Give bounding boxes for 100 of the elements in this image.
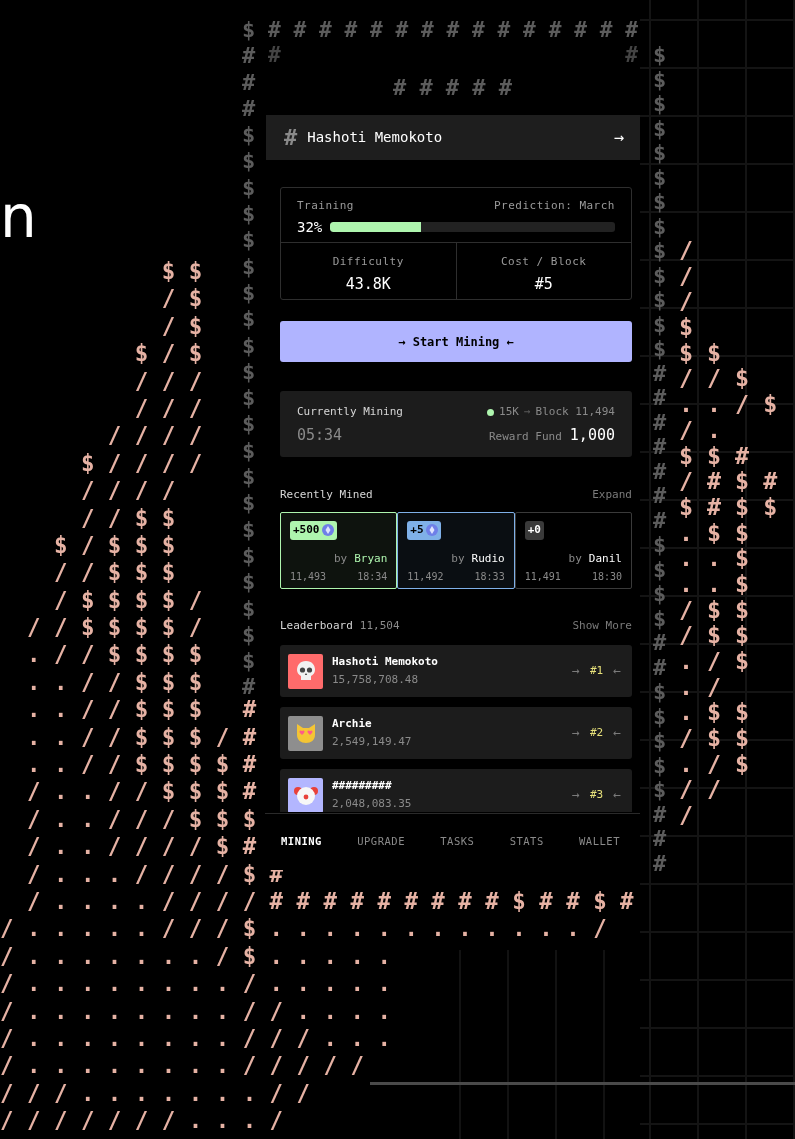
ascii-art-row-text: / / /	[133, 394, 203, 423]
player-score: 15,758,708.48	[332, 671, 420, 688]
ascii-art-row: . . / $	[679, 391, 778, 417]
mined-block-card[interactable]: +0 by Danil 11,491 18:30	[514, 511, 632, 589]
frame-border: # # # # # # # # # # # # # # #	[268, 17, 638, 43]
training-percent: 32%	[297, 217, 323, 237]
ascii-art-row: / / $	[679, 365, 750, 392]
player-score: 2,549,149.47	[332, 733, 413, 750]
ascii-art-row-text: / / /	[133, 367, 203, 395]
player-name: #########	[332, 778, 393, 794]
expand-link[interactable]: Expand	[592, 487, 632, 504]
ascii-art-row: . / $	[679, 750, 750, 777]
status-label: Currently Mining	[297, 404, 403, 420]
section-title: Leaderboard	[280, 617, 353, 634]
nav-tab[interactable]: STATS	[509, 833, 544, 850]
rank-label: #3	[589, 786, 604, 803]
ascii-art-row-text: / . . / / $ $ $ #	[25, 778, 257, 806]
ascii-art-row-text: / . . / / / / $ #	[25, 833, 257, 861]
ascii-art-row: /	[679, 237, 694, 263]
ascii-art-row-text: / / $ $	[79, 504, 176, 532]
arrow-icon: →	[572, 785, 580, 805]
arrow-icon: →	[523, 404, 531, 421]
miner-name: Rudio	[471, 550, 505, 567]
miner-name: Danil	[588, 550, 622, 567]
ascii-art-row: $ # $ $	[679, 493, 778, 520]
block-number: 11,492	[407, 570, 444, 584]
account-name: Hashoti Memokoto	[307, 128, 444, 147]
rank-label: #1	[589, 662, 604, 679]
ascii-art-row: / . . . . . . . . / / / / /	[0, 1052, 364, 1080]
ascii-art-row: . . $	[679, 545, 750, 571]
ascii-art-row-text: $ / / / /	[79, 449, 203, 478]
ascii-art-row: . $ $	[679, 699, 750, 726]
stat-label: Cost / Block	[501, 254, 587, 270]
mined-time: 18:30	[591, 570, 622, 584]
miner-name: Bryan	[354, 550, 388, 567]
ascii-art-row-text: . . / / $ $ $ / #	[25, 723, 257, 752]
ascii-art-row-text: / / / /	[79, 477, 176, 505]
ascii-art-row: $ $	[679, 339, 722, 366]
player-score: 2,048,083.35	[332, 795, 413, 812]
arrow-icon: →	[613, 124, 624, 151]
ascii-art-row: / .	[679, 416, 722, 443]
ascii-art-row-text: $ $	[160, 258, 203, 286]
account-bar[interactable]: # Hashoti Memokoto →	[266, 115, 640, 160]
nav-tab[interactable]: MINING	[281, 833, 322, 850]
ascii-art-row: / . . . . . / / / $ . . . . . . . . . . . . /	[0, 915, 607, 943]
start-mining-button[interactable]: → Start Mining ←	[280, 321, 632, 362]
arrow-icon: →	[572, 661, 580, 681]
mined-block-card[interactable]: +500 by Bryan 11,493 18:34	[280, 511, 398, 589]
ascii-art-row-text: . / / $ $ $ $	[25, 641, 203, 669]
arrow-icon: ←	[613, 723, 621, 743]
ascii-art-row-text: / / $ $ $	[52, 559, 176, 587]
arrow-icon: →	[572, 723, 580, 743]
coin-icon	[425, 524, 438, 536]
hash-icon: #	[284, 121, 298, 154]
block-number: Block 11,494	[535, 404, 615, 420]
ascii-art-row: / . . . . . . . . / / . . . .	[0, 997, 391, 1025]
leaderboard-row[interactable]: Hashoti Memokoto 15,758,708.48 → #1 ←	[280, 645, 632, 697]
arrow-icon: ←	[613, 785, 621, 805]
ascii-art-row: / /	[679, 776, 722, 803]
mining-amount: 15K	[499, 404, 519, 420]
mining-timer: 05:34	[297, 424, 344, 446]
ascii-art-row: . $ $	[679, 519, 750, 546]
block-number: 11,491	[524, 570, 561, 584]
ascii-art-row: / / / / / / / . . . /	[0, 1107, 284, 1135]
ascii-art-row-text: $ / $	[133, 340, 203, 368]
ascii-art-row-text: $ / $ $ $	[52, 531, 176, 560]
reward-badge: +500	[290, 520, 337, 540]
leaderboard-row[interactable]: Archie 2,549,149.47 → #2 ←	[280, 707, 632, 759]
reward-badge: +5	[407, 520, 441, 540]
arrow-icon: ←	[613, 661, 621, 681]
leaderboard-row[interactable]: ######### 2,048,083.35 → #3 ←	[280, 769, 632, 812]
ascii-art-row: . . $	[679, 570, 750, 597]
ascii-art-row: /	[679, 802, 694, 828]
ascii-art-row: / # $ #	[679, 468, 778, 494]
nav-tab[interactable]: TASKS	[440, 833, 475, 850]
ascii-art-row-text: . . / / $ $ $	[25, 668, 203, 697]
fund-label: Reward Fund	[489, 428, 562, 445]
ascii-art-row: . / $	[679, 648, 750, 674]
frame-border: $$$$$$$$$$$$$#######$$$$##$$$$$###	[653, 43, 667, 876]
nav-tab[interactable]: UPGRADE	[357, 833, 405, 850]
ascii-art-row-text: . . / / $ $ $ $ #	[25, 751, 257, 779]
ascii-art-row: /	[679, 288, 694, 315]
nav-tab[interactable]: WALLET	[579, 833, 620, 850]
fund-value: 1,000	[569, 424, 615, 446]
player-name: Hashoti Memokoto	[332, 654, 439, 670]
ascii-art-row-text: / . . / / / $ $ $	[25, 805, 257, 834]
reward-badge: +0	[524, 520, 544, 540]
rank-label: #2	[589, 724, 604, 741]
training-label: Training	[297, 198, 354, 214]
frame-border: # #	[268, 42, 638, 68]
by-label: by	[568, 550, 582, 567]
mined-block-card[interactable]: +5 by Rudio 11,492 18:33	[397, 511, 515, 589]
ascii-art-row: / $ $	[679, 725, 750, 751]
ascii-art-row: $	[679, 314, 694, 340]
ascii-art-row-text: / $	[160, 312, 203, 341]
ascii-art-row-text: / . . . . / / / / # # # # # # # # # $ # # $ #	[25, 888, 634, 916]
ascii-art-row-text: / / / /	[106, 422, 203, 450]
show-more-link[interactable]: Show More	[572, 617, 632, 634]
by-label: by	[333, 550, 348, 567]
ascii-art-row: / . . . . . . . . / / / . . .	[0, 1024, 391, 1053]
